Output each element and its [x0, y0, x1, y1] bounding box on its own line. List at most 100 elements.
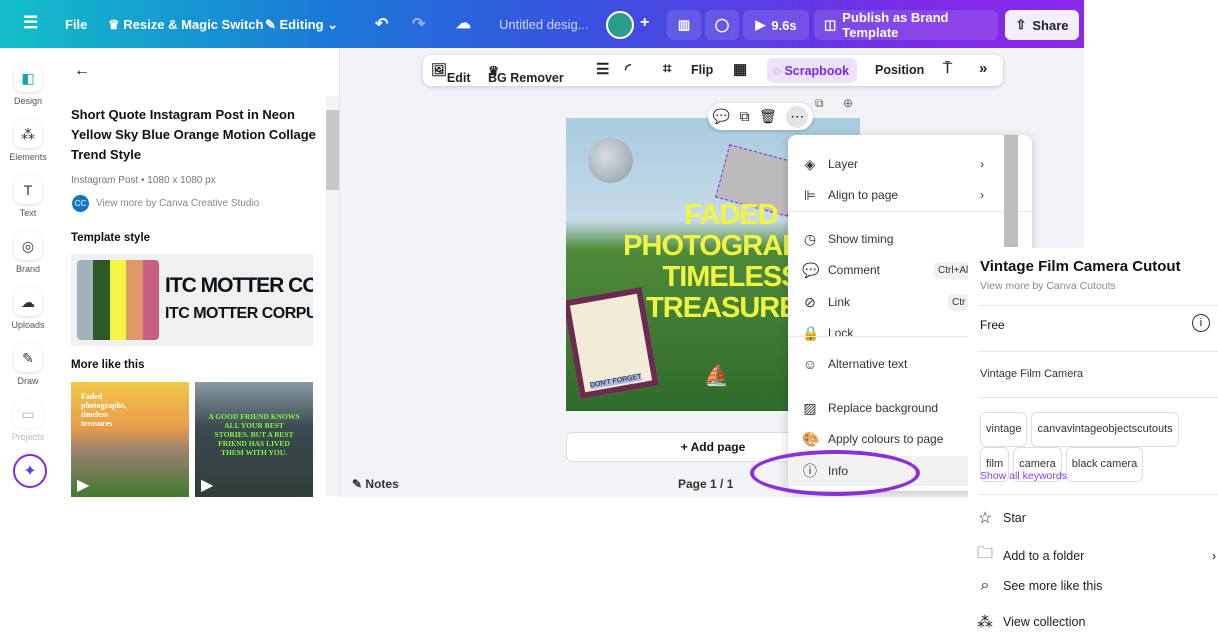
asset-author-link[interactable]: View more by Canva Cutouts — [980, 280, 1116, 292]
template-style-heading: Template style — [71, 232, 151, 244]
scrapbook-icon: ◌ — [773, 63, 781, 78]
top-bar: ☰ File ♛ Resize & Magic Switch ✎ Editing… — [0, 0, 1084, 48]
panel-scrollbar[interactable] — [326, 96, 339, 496]
action-see-more-like-this[interactable]: ⌕ See more like this — [976, 577, 1216, 595]
author-avatar: CC — [72, 195, 89, 212]
text-icon: T — [14, 176, 42, 204]
editing-dropdown[interactable]: ✎ Editing ⌄ — [265, 17, 338, 33]
transparency-icon[interactable]: ▦ — [733, 60, 747, 78]
border-style-icon[interactable]: ☰ — [596, 60, 609, 78]
rail-elements[interactable]: ⁂ Elements — [0, 120, 56, 163]
comment-icon: ◯ — [714, 17, 730, 32]
collection-icon: ⁂ — [977, 614, 993, 631]
comments-button[interactable]: ◯ — [705, 10, 739, 40]
brand-icon: ◎ — [14, 232, 42, 260]
menu-icon[interactable]: ☰ — [23, 13, 38, 33]
share-button[interactable]: ⇧ Share — [1005, 10, 1079, 40]
quick-actions: 💬 ⧉ 🗑 ⋯ — [708, 103, 813, 130]
redo-icon[interactable]: ↷ — [412, 14, 425, 34]
add-collaborator-icon[interactable]: + — [640, 14, 649, 32]
page-indicator: Page 1 / 1 — [678, 477, 734, 491]
more-options-icon[interactable]: ⋯ — [786, 105, 809, 128]
add-comment-icon[interactable]: 💬 — [713, 108, 730, 125]
shortcut-hint: Ctr — [948, 293, 970, 311]
position-button[interactable]: Position — [875, 63, 924, 77]
author-link[interactable]: View more by Canva Creative Studio — [96, 198, 259, 209]
element-toolbar: 🖼 Edit BG Remover ♛ ☰ ◜ ⌗ Flip ▦ ◌ Scrapb… — [423, 55, 1003, 86]
template-icon: ◫ — [824, 17, 837, 32]
delete-icon[interactable]: 🗑 — [759, 108, 777, 125]
file-menu[interactable]: File — [65, 17, 87, 32]
undo-icon[interactable]: ↶ — [375, 14, 388, 34]
action-star[interactable]: ☆ Star — [976, 508, 1216, 528]
keyword-tag[interactable]: vintage — [980, 412, 1028, 447]
template-thumbnail[interactable]: A GOOD FRIEND KNOWS ALL YOUR BEST STORIE… — [195, 382, 313, 497]
edit-button[interactable]: 🖼 Edit — [431, 63, 470, 85]
template-style-card[interactable]: ITC MOTTER COR ITC MOTTER CORPUS — [71, 254, 313, 346]
more-tools-icon[interactable]: » — [979, 60, 987, 77]
corner-rounding-icon[interactable]: ◜ — [625, 60, 631, 78]
uploads-icon: ☁ — [14, 288, 42, 316]
share-icon: ⇧ — [1015, 17, 1027, 32]
avatar[interactable] — [606, 11, 634, 39]
keyword-tag[interactable]: canvavintageobjectscutouts — [1031, 412, 1179, 447]
projects-icon: ▭ — [14, 400, 42, 428]
add-page-icon[interactable]: ⊕ — [843, 96, 853, 110]
star-icon: ☆ — [977, 510, 993, 527]
menu-item-layer[interactable]: ◈ Layer › — [788, 149, 1032, 179]
palette-swatch — [109, 260, 127, 340]
show-all-keywords-link[interactable]: Show all keywords — [980, 470, 1067, 482]
magic-sparkle-icon[interactable]: ✦ — [13, 454, 47, 488]
palette-icon: 🎨 — [802, 430, 820, 447]
insights-button[interactable]: ▥ — [667, 10, 701, 40]
lock-icon: 🔒 — [802, 324, 820, 341]
template-thumbnail[interactable]: Faded photographs, timeless treasures ▶ — [71, 382, 189, 497]
font-sample-body: ITC MOTTER CORPUS — [165, 305, 313, 322]
info-panel: Vintage Film Camera Cutout View more by … — [968, 248, 1218, 639]
highlight-ellipse — [750, 450, 920, 496]
flip-button[interactable]: Flip — [691, 63, 713, 77]
menu-scrollbar[interactable] — [1004, 135, 1018, 247]
rail-draw[interactable]: ✎ Draw — [0, 344, 56, 387]
paint-format-icon[interactable]: ⍑ — [943, 60, 952, 77]
crop-icon[interactable]: ⌗ — [663, 60, 671, 77]
back-arrow-icon[interactable]: ← — [74, 62, 90, 80]
design-icon: ◧ — [14, 64, 42, 92]
notes-icon: ✎ — [352, 477, 363, 491]
rail-design[interactable]: ◧ Design — [0, 64, 56, 107]
palette-swatch — [126, 260, 143, 340]
notes-button[interactable]: ✎ Notes — [352, 477, 399, 491]
search-icon: ⌕ — [980, 577, 990, 594]
align-icon: ⊫ — [803, 186, 817, 203]
license-info-icon[interactable]: i — [1192, 314, 1210, 332]
font-sample-heading: ITC MOTTER COR — [165, 274, 313, 297]
template-meta: Instagram Post • 1080 x 1080 px — [71, 175, 216, 186]
resize-button[interactable]: ♛ Resize & Magic Switch — [108, 17, 263, 33]
action-add-to-a-folder[interactable]: 🗀 Add to a folder › — [976, 542, 1216, 569]
present-button[interactable]: ▶ 9.6s — [743, 10, 809, 40]
layers-icon: ◈ — [804, 155, 816, 172]
action-view-collection[interactable]: ⁂ View collection — [976, 612, 1216, 632]
rail-brand[interactable]: ◎ Brand — [0, 232, 56, 275]
asset-title: Vintage Film Camera Cutout — [980, 258, 1181, 275]
accessibility-icon: ☺ — [802, 356, 818, 372]
rail-uploads[interactable]: ☁ Uploads — [0, 288, 56, 331]
side-rail: ◧ Design ⁂ Elements T Text ◎ Brand ☁ Uploads … — [0, 48, 56, 497]
scrapbook-button[interactable]: ◌ Scrapbook — [767, 58, 857, 83]
rail-projects[interactable]: ▭ Projects — [0, 400, 56, 443]
menu-item-align-to-page[interactable]: ⊫ Align to page › — [788, 180, 1032, 210]
clock-icon: ◷ — [803, 230, 817, 247]
bg-remover-button[interactable]: BG Remover ♛ — [488, 63, 564, 85]
keyword-tag[interactable]: black camera — [1065, 447, 1144, 482]
duplicate-page-icon[interactable]: ⧉ — [815, 96, 824, 111]
rail-text[interactable]: T Text — [0, 176, 56, 218]
palette-swatch — [93, 260, 110, 340]
publish-brand-template-button[interactable]: ◫ Publish as Brand Template — [814, 10, 998, 40]
palette-swatch — [77, 260, 94, 340]
duplicate-icon[interactable]: ⧉ — [740, 108, 750, 125]
template-panel: ← Short Quote Instagram Post in Neon Yel… — [56, 48, 340, 497]
comment-icon: 💬 — [802, 261, 820, 278]
design-title[interactable]: Untitled desig... — [499, 17, 589, 32]
color-palette — [77, 260, 159, 340]
folder-icon: 🗀 — [976, 545, 993, 562]
